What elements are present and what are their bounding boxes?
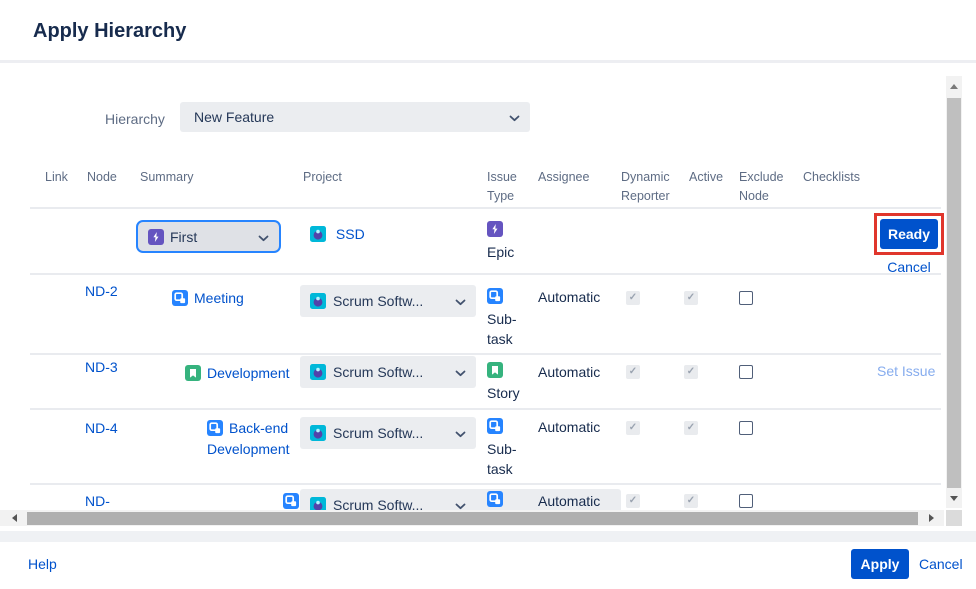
- dynamic-reporter-checkbox[interactable]: [626, 291, 640, 305]
- subtask-icon: [207, 420, 229, 436]
- issue-type-cell: [487, 491, 533, 509]
- column-header-dynamic-reporter: Dynamic Reporter: [621, 168, 679, 206]
- dynamic-reporter-checkbox[interactable]: [626, 421, 640, 435]
- horizontal-scrollbar-thumb[interactable]: [27, 512, 918, 525]
- project-avatar-icon: [310, 364, 326, 380]
- chevron-down-icon: [455, 425, 466, 441]
- apply-hierarchy-modal: Apply Hierarchy Hierarchy New Feature Li…: [0, 0, 976, 589]
- issue-type-label: Sub-task: [487, 309, 533, 349]
- project-avatar-icon: [310, 425, 326, 441]
- hierarchy-select-value: New Feature: [194, 109, 509, 125]
- node-link[interactable]: ND-4: [85, 418, 123, 439]
- footer-divider: [0, 531, 976, 542]
- chevron-down-icon: [455, 293, 466, 309]
- issue-type-cell: Sub-task: [487, 418, 533, 479]
- subtask-icon: [487, 418, 509, 435]
- set-issue-link[interactable]: Set Issue: [877, 363, 935, 379]
- divider: [30, 273, 941, 275]
- project-avatar-icon: [310, 226, 332, 242]
- page-title: Apply Hierarchy: [33, 20, 186, 43]
- scrollbar-corner: [946, 510, 962, 526]
- active-checkbox[interactable]: [684, 494, 698, 508]
- column-header-node: Node: [87, 168, 125, 187]
- ready-button[interactable]: Ready: [880, 219, 938, 249]
- vertical-scrollbar-thumb[interactable]: [947, 98, 961, 488]
- scroll-down-arrow-icon[interactable]: [950, 496, 958, 501]
- issue-type-label: Epic: [487, 242, 533, 262]
- node-link[interactable]: ND-2: [85, 281, 123, 302]
- summary-cell: Meeting: [172, 288, 302, 309]
- epic-icon: [148, 229, 170, 245]
- active-checkbox[interactable]: [684, 365, 698, 379]
- divider: [30, 207, 941, 209]
- header-divider: [0, 60, 976, 63]
- node-link[interactable]: ND-3: [85, 357, 123, 378]
- issue-type-cell: Sub-task: [487, 288, 533, 349]
- active-checkbox[interactable]: [684, 291, 698, 305]
- summary-link[interactable]: Development: [207, 365, 290, 381]
- column-header-exclude-node: Exclude Node: [739, 168, 789, 206]
- exclude-node-checkbox[interactable]: [739, 421, 753, 435]
- apply-button[interactable]: Apply: [851, 549, 909, 579]
- scroll-up-arrow-icon[interactable]: [950, 84, 958, 89]
- help-link[interactable]: Help: [28, 556, 57, 572]
- chevron-down-icon: [509, 109, 520, 125]
- assignee-value: Automatic: [538, 493, 600, 509]
- story-icon: [487, 362, 509, 379]
- project-avatar-icon: [310, 293, 326, 309]
- scroll-right-arrow-icon[interactable]: [929, 514, 934, 522]
- divider: [30, 408, 941, 410]
- project-link[interactable]: SSD: [336, 226, 365, 242]
- column-header-issue-type: Issue Type: [487, 168, 527, 206]
- node-link[interactable]: ND-: [85, 491, 123, 512]
- issue-type-label: Sub-task: [487, 439, 533, 479]
- subtask-icon: [487, 288, 509, 305]
- summary-link[interactable]: Meeting: [194, 290, 244, 306]
- project-select[interactable]: Scrum Softw...: [300, 285, 476, 317]
- column-header-active: Active: [689, 168, 733, 187]
- dynamic-reporter-checkbox[interactable]: [626, 365, 640, 379]
- issue-type-cell: Epic: [487, 221, 533, 262]
- project-cell: SSD: [310, 224, 365, 245]
- project-select-value: Scrum Softw...: [333, 293, 455, 309]
- divider: [30, 353, 941, 355]
- column-header-assignee: Assignee: [538, 168, 598, 187]
- summary-select-first[interactable]: First: [136, 220, 281, 253]
- column-header-project: Project: [303, 168, 363, 187]
- summary-cell: Development: [185, 363, 315, 384]
- cancel-link[interactable]: Cancel: [919, 556, 963, 572]
- subtask-icon: [487, 491, 509, 508]
- summary-select-value: First: [170, 229, 258, 245]
- chevron-down-icon: [455, 364, 466, 380]
- epic-icon: [487, 221, 509, 238]
- exclude-node-checkbox[interactable]: [739, 291, 753, 305]
- assignee-value: Automatic: [538, 419, 600, 435]
- hierarchy-label: Hierarchy: [105, 111, 165, 127]
- exclude-node-checkbox[interactable]: [739, 494, 753, 508]
- hierarchy-select[interactable]: New Feature: [180, 102, 530, 132]
- assignee-value: Automatic: [538, 289, 600, 305]
- project-select-value: Scrum Softw...: [333, 425, 455, 441]
- active-checkbox[interactable]: [684, 421, 698, 435]
- assignee-value: Automatic: [538, 364, 600, 380]
- dynamic-reporter-checkbox[interactable]: [626, 494, 640, 508]
- story-icon: [185, 365, 207, 381]
- annotation-highlight-box: Ready: [874, 213, 944, 255]
- project-select-value: Scrum Softw...: [333, 364, 455, 380]
- issue-type-label: Story: [487, 383, 533, 403]
- issue-type-cell: Story: [487, 362, 533, 403]
- divider: [30, 483, 941, 485]
- project-select[interactable]: Scrum Softw...: [300, 356, 476, 388]
- column-header-summary: Summary: [140, 168, 210, 187]
- exclude-node-checkbox[interactable]: [739, 365, 753, 379]
- scroll-left-arrow-icon[interactable]: [12, 514, 17, 522]
- chevron-down-icon: [258, 229, 269, 245]
- column-header-checklists: Checklists: [803, 168, 873, 187]
- subtask-icon: [172, 290, 194, 306]
- column-header-link: Link: [45, 168, 75, 187]
- project-select[interactable]: Scrum Softw...: [300, 417, 476, 449]
